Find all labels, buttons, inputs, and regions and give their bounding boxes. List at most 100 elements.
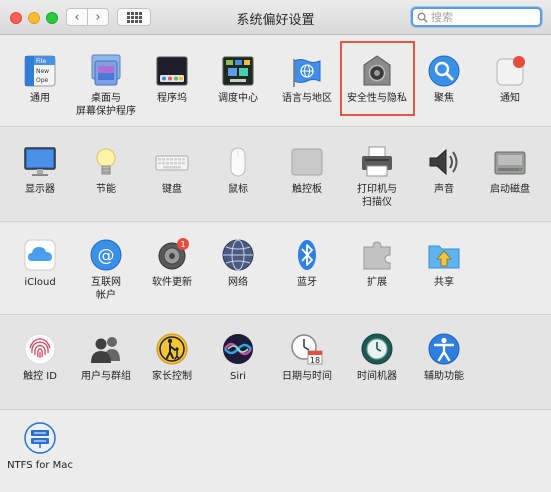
pref-startup-disk[interactable]: 启动磁盘 — [477, 144, 543, 196]
pref-label: 触控板 — [292, 184, 322, 195]
pref-label: 通知 — [500, 93, 520, 104]
pref-users[interactable]: 用户与群组 — [73, 331, 139, 383]
date-time-icon: 18 — [289, 331, 325, 367]
pref-label: 扩展 — [367, 277, 387, 288]
selection-highlight — [340, 41, 415, 116]
startup-disk-icon — [492, 144, 528, 180]
pref-accessibility[interactable]: 辅助功能 — [411, 331, 477, 383]
pref-mouse[interactable]: 鼠标 — [205, 144, 271, 196]
update-badge: 1 — [180, 240, 185, 249]
personal-section: File New Ope 通用 桌面与 屏幕保护程序 程序坞 调度中心 语言与地… — [0, 35, 551, 127]
pref-label: 节能 — [96, 184, 116, 195]
mouse-icon — [220, 144, 256, 180]
notifications-icon — [492, 53, 528, 89]
pref-date-time[interactable]: 18 日期与时间 — [274, 331, 340, 383]
pref-internet-accounts[interactable]: @ 互联网 帐户 — [73, 237, 139, 302]
pref-parental-controls[interactable]: 家长控制 — [139, 331, 205, 383]
pref-software-update[interactable]: 1 软件更新 — [139, 237, 205, 289]
pref-mission-control[interactable]: 调度中心 — [205, 53, 271, 105]
svg-text:@: @ — [98, 246, 115, 266]
pref-label: 程序坞 — [157, 93, 187, 104]
pref-label: 触控 ID — [23, 371, 57, 382]
pref-label: 语言与地区 — [282, 93, 332, 104]
pref-label: 调度中心 — [218, 93, 258, 104]
pref-energy-saver[interactable]: 节能 — [73, 144, 139, 196]
pref-printers[interactable]: 打印机与 扫描仪 — [344, 144, 410, 209]
accessibility-icon — [426, 331, 462, 367]
parental-controls-icon — [154, 331, 190, 367]
pref-label: 打印机与 扫描仪 — [357, 184, 397, 208]
pref-label: 辅助功能 — [424, 371, 464, 382]
pref-label: 聚焦 — [434, 93, 454, 104]
pref-label: 鼠标 — [228, 184, 248, 195]
internet-section: iCloud @ 互联网 帐户 1 软件更新 网络 蓝牙 扩展 共享 — [0, 223, 551, 315]
pref-label: 用户与群组 — [81, 371, 131, 382]
extensions-icon — [359, 237, 395, 273]
hardware-section: 显示器 节能 键盘 鼠标 触控板 打印机与 扫描仪 声音 启动磁盘 — [0, 128, 551, 222]
energy-saver-icon — [88, 144, 124, 180]
pref-language[interactable]: 语言与地区 — [274, 53, 340, 105]
svg-text:File: File — [36, 58, 46, 65]
search-icon — [417, 12, 428, 23]
software-update-icon: 1 — [154, 237, 190, 273]
pref-label: 网络 — [228, 277, 248, 288]
network-icon — [220, 237, 256, 273]
pref-label: 共享 — [434, 277, 454, 288]
pref-label: NTFS for Mac — [7, 460, 73, 471]
pref-trackpad[interactable]: 触控板 — [274, 144, 340, 196]
system-section: 触控 ID 用户与群组 家长控制 Siri 18 日期与时间 时间机器 辅助功能 — [0, 316, 551, 410]
pref-general[interactable]: File New Ope 通用 — [7, 53, 73, 105]
trackpad-icon — [289, 144, 325, 180]
pref-label: 声音 — [434, 184, 454, 195]
siri-icon — [220, 331, 256, 367]
title-bar: ‹ › 系统偏好设置 — [0, 0, 551, 35]
desktop-icon — [88, 53, 124, 89]
pref-extensions[interactable]: 扩展 — [344, 237, 410, 289]
general-icon: File New Ope — [22, 53, 58, 89]
dock-icon — [154, 53, 190, 89]
svg-text:New: New — [36, 68, 49, 75]
pref-label: 软件更新 — [152, 277, 192, 288]
time-machine-icon — [359, 331, 395, 367]
pref-dock[interactable]: 程序坞 — [139, 53, 205, 105]
pref-label: 蓝牙 — [297, 277, 317, 288]
pref-label: iCloud — [24, 277, 56, 288]
pref-keyboard[interactable]: 键盘 — [139, 144, 205, 196]
touch-id-icon — [22, 331, 58, 367]
pref-sharing[interactable]: 共享 — [411, 237, 477, 289]
pref-notifications[interactable]: 通知 — [477, 53, 543, 105]
users-icon — [88, 331, 124, 367]
pref-label: 显示器 — [25, 184, 55, 195]
spotlight-icon — [426, 53, 462, 89]
pref-label: 日期与时间 — [282, 371, 332, 382]
pref-touch-id[interactable]: 触控 ID — [7, 331, 73, 383]
pref-icloud[interactable]: iCloud — [7, 237, 73, 289]
pref-desktop[interactable]: 桌面与 屏幕保护程序 — [73, 53, 139, 118]
pref-label: 桌面与 屏幕保护程序 — [76, 93, 136, 117]
pref-ntfs[interactable]: NTFS for Mac — [7, 420, 73, 472]
pref-sound[interactable]: 声音 — [411, 144, 477, 196]
pref-network[interactable]: 网络 — [205, 237, 271, 289]
pref-label: 时间机器 — [357, 371, 397, 382]
sharing-icon — [426, 237, 462, 273]
pref-siri[interactable]: Siri — [205, 331, 271, 383]
pref-label: 键盘 — [162, 184, 182, 195]
keyboard-icon — [154, 144, 190, 180]
pref-spotlight[interactable]: 聚焦 — [411, 53, 477, 105]
search-field[interactable] — [411, 7, 542, 27]
pref-label: 家长控制 — [152, 371, 192, 382]
display-icon — [22, 144, 58, 180]
mission-control-icon — [220, 53, 256, 89]
pref-time-machine[interactable]: 时间机器 — [344, 331, 410, 383]
pref-label: 通用 — [30, 93, 50, 104]
pref-display[interactable]: 显示器 — [7, 144, 73, 196]
language-icon — [289, 53, 325, 89]
sound-icon — [426, 144, 462, 180]
other-section: NTFS for Mac — [0, 411, 551, 492]
pref-bluetooth[interactable]: 蓝牙 — [274, 237, 340, 289]
search-input[interactable] — [431, 10, 531, 24]
bluetooth-icon — [289, 237, 325, 273]
pref-label: 启动磁盘 — [490, 184, 530, 195]
pref-label: 互联网 帐户 — [91, 277, 121, 301]
svg-text:Ope: Ope — [36, 77, 49, 84]
